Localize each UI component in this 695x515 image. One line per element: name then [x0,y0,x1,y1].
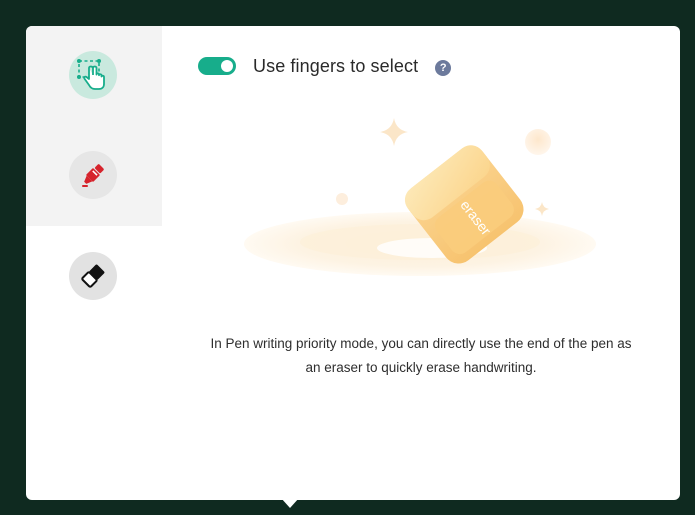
popover-pointer [281,498,299,508]
finger-select-setting: Use fingers to select ? [198,54,452,78]
description-line-1: In Pen writing priority mode, you can di… [210,336,632,351]
eraser-button[interactable] [69,252,117,300]
pen-icon [82,164,104,187]
eraser-illustration: eraser [244,118,596,276]
pen-button[interactable] [69,151,117,199]
sidebar [26,26,162,500]
toggle-knob [221,60,233,72]
finger-select-button[interactable] [69,51,117,99]
description-line-2: an eraser to quickly erase handwriting. [305,360,537,375]
toggle-label: Use fingers to select [253,55,419,76]
settings-popover: Use fingers to select ? eraser In Pen wr… [26,26,680,500]
finger-select-icon [77,59,105,90]
dark-backdrop: Use fingers to select ? eraser In Pen wr… [0,0,695,515]
mode-description: In Pen writing priority mode, you can di… [182,332,660,380]
help-icon[interactable]: ? [435,59,452,76]
finger-select-toggle[interactable] [198,57,236,75]
content-area: Use fingers to select ? eraser In Pen wr… [162,26,680,500]
eraser-icon [81,264,105,288]
